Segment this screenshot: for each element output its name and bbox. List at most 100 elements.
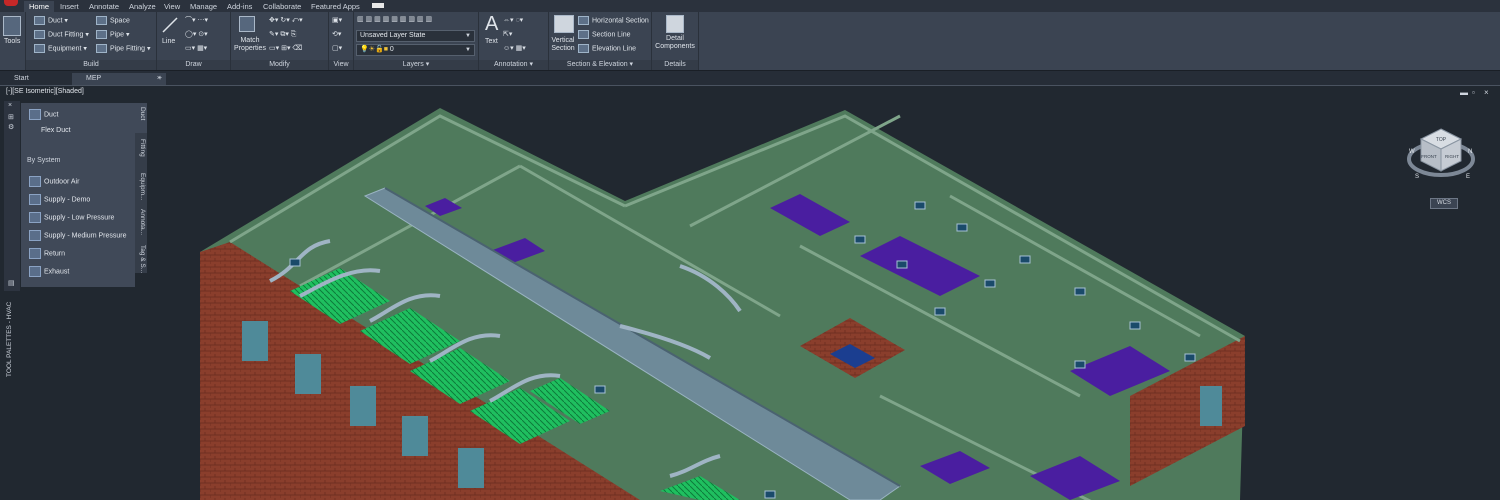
section-elevation-panel: Vertical Section Horizontal Section Sect… [549, 12, 652, 70]
move-icon[interactable]: ✥▾ ↻▾ ⤺▾ [269, 16, 303, 25]
viewcube-right-label[interactable]: RIGHT [1445, 154, 1459, 159]
line-label[interactable]: Line [162, 37, 175, 46]
line-icon[interactable] [161, 16, 179, 34]
palette-tab-equipment[interactable]: Equipm... [135, 169, 147, 203]
vertical-section-icon[interactable] [554, 15, 574, 33]
viewcube-top-label[interactable]: TOP [1436, 137, 1447, 143]
stretch-icon[interactable]: ▭▾ ⊞▾ ⌫ [269, 44, 302, 53]
tools-label[interactable]: Tools [4, 37, 20, 46]
tab-insert[interactable]: Insert [55, 1, 84, 12]
annotation-panel-title[interactable]: Annotation ▾ [479, 60, 548, 70]
draw-panel: Line ⌒▾ ⋯▾ ◯▾ ⊙▾ ▭▾ ▦▾ Draw [157, 12, 231, 70]
build-panel-title[interactable]: Build [26, 60, 156, 70]
modify-panel: Match Properties ✥▾ ↻▾ ⤺▾ ✎▾ ⧉▾ ⎘ ▭▾ ⊞▾ … [231, 12, 329, 70]
current-layer-dropdown[interactable]: 💡☀🔓■ 0 ▼ [356, 44, 475, 56]
section-elevation-panel-title[interactable]: Section & Elevation ▾ [549, 60, 651, 70]
pipe-fitting-button[interactable]: Pipe Fitting ▾ [96, 44, 151, 53]
space-icon [96, 16, 107, 25]
duct-tool-icon [29, 230, 41, 241]
compass-e[interactable]: E [1466, 174, 1470, 180]
layers-panel-title[interactable]: Layers ▾ [354, 60, 478, 70]
tab-collaborate[interactable]: Collaborate [258, 1, 306, 12]
palette-tab-duct[interactable]: Duct [135, 103, 147, 133]
dimension-icon[interactable]: ⇔▾ ◌▾ [503, 16, 523, 25]
compass-n[interactable]: N [1468, 149, 1472, 155]
palette-section-by-system: By System [27, 157, 61, 164]
layer-tools-icon[interactable]: ▥ ▥ ▥ ▥ ▥ ▥ ▥ ▥ ▥ [357, 15, 432, 24]
match-properties-icon[interactable] [239, 16, 255, 32]
details-panel-title[interactable]: Details [652, 60, 698, 70]
space-button[interactable]: Space [96, 16, 130, 25]
model-viewport[interactable] [0, 96, 1500, 500]
table-icon[interactable]: ☺▾ ▦▾ [503, 44, 526, 53]
tool-palette-title: TOOL PALETTES - HVAC [6, 301, 13, 377]
trim-icon[interactable]: ✎▾ ⧉▾ ⎘ [269, 30, 296, 39]
text-button[interactable]: Text [485, 37, 498, 46]
viewport-label[interactable]: [-][SE Isometric][Shaded] [6, 88, 84, 95]
detail-components-icon[interactable] [666, 15, 684, 33]
palette-item-duct[interactable]: Duct [29, 109, 58, 120]
palette-item-supply-medium-pressure[interactable]: Supply - Medium Pressure [29, 230, 126, 241]
ribbon-toggle-icon[interactable] [372, 3, 384, 8]
layer-state-dropdown[interactable]: Unsaved Layer State ▼ [356, 30, 475, 42]
gear-icon[interactable]: ⚙ [8, 123, 14, 131]
palette-tab-annotation[interactable]: Annota... [135, 205, 147, 239]
horizontal-section-icon [578, 16, 589, 25]
tab-manage[interactable]: Manage [185, 1, 222, 12]
palette-item-return[interactable]: Return [29, 248, 65, 259]
draw-panel-title[interactable]: Draw [157, 60, 230, 70]
tab-home[interactable]: Home [24, 1, 55, 12]
detail-components-button[interactable]: Detail Components [652, 35, 698, 51]
tab-featured-apps[interactable]: Featured Apps [306, 1, 365, 12]
equipment-button[interactable]: Equipment ▾ [34, 44, 87, 53]
horizontal-section-button[interactable]: Horizontal Section [578, 16, 649, 25]
view-cube[interactable]: TOP FRONT RIGHT N W S E [1405, 123, 1477, 183]
duct-tool-icon [29, 176, 41, 187]
orbit-icon[interactable]: ⟲▾ [332, 30, 341, 39]
autohide-icon[interactable]: ⊞ [8, 113, 14, 121]
polyline-icon[interactable]: ⌒▾ ⋯▾ [185, 16, 208, 25]
elevation-line-button[interactable]: Elevation Line [578, 44, 636, 53]
compass-w[interactable]: W [1409, 149, 1415, 155]
app-logo-icon[interactable] [4, 0, 18, 6]
equipment-icon [34, 44, 45, 53]
rectangle-icon[interactable]: ▭▾ ▦▾ [185, 44, 207, 53]
close-icon[interactable]: × [8, 102, 12, 109]
tool-palette-tabs: Duct Fitting Equipm... Annota... Tag & S… [135, 103, 147, 273]
palette-tab-fitting[interactable]: Fitting [135, 135, 147, 167]
tools-panel: Tools [0, 12, 26, 70]
tab-analyze[interactable]: Analyze [124, 1, 161, 12]
layer-state-icons: 💡☀🔓■ [360, 46, 390, 53]
leader-icon[interactable]: ⇱▾ [503, 30, 512, 39]
duct-fitting-button[interactable]: Duct Fitting ▾ [34, 30, 89, 39]
view-panel-title[interactable]: View [329, 60, 353, 70]
palette-tab-tag[interactable]: Tag & S... [135, 241, 147, 273]
new-tab-button[interactable]: + [152, 73, 162, 85]
duct-tool-icon [29, 194, 41, 205]
duct-tool-icon [29, 248, 41, 259]
match-properties-button[interactable]: Match Properties [233, 37, 267, 53]
tab-annotate[interactable]: Annotate [84, 1, 124, 12]
palette-item-exhaust[interactable]: Exhaust [29, 266, 69, 277]
modify-panel-title[interactable]: Modify [231, 60, 328, 70]
palette-item-flex-duct[interactable]: Flex Duct [41, 127, 71, 134]
wcs-menu[interactable]: WCS [1430, 198, 1458, 209]
pipe-button[interactable]: Pipe ▾ [96, 30, 129, 39]
vertical-section-button[interactable]: Vertical Section [550, 37, 576, 53]
view-cube-icon[interactable]: ▣▾ [332, 16, 342, 25]
section-line-button[interactable]: Section Line [578, 30, 631, 39]
palette-item-supply-low-pressure[interactable]: Supply - Low Pressure [29, 212, 114, 223]
circle-icon[interactable]: ◯▾ ⊙▾ [185, 30, 208, 39]
doc-tab-start[interactable]: Start [0, 73, 74, 85]
palette-item-outdoor-air[interactable]: Outdoor Air [29, 176, 79, 187]
viewcube-front-label[interactable]: FRONT [1421, 154, 1437, 159]
viewport-icon[interactable]: ▢▾ [332, 44, 342, 53]
palette-item-supply-demo[interactable]: Supply - Demo [29, 194, 90, 205]
text-icon[interactable]: A [485, 14, 498, 34]
tab-view[interactable]: View [159, 1, 185, 12]
tab-add-ins[interactable]: Add-ins [222, 1, 257, 12]
duct-button[interactable]: Duct ▾ [34, 16, 68, 25]
compass-s[interactable]: S [1415, 174, 1419, 180]
palette-menu-icon[interactable]: ▤ [8, 279, 15, 287]
tools-icon[interactable] [3, 16, 21, 36]
